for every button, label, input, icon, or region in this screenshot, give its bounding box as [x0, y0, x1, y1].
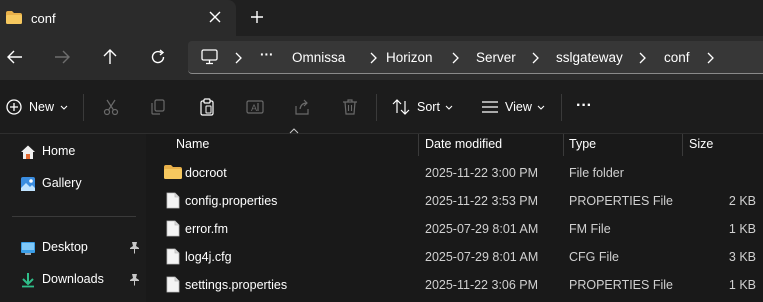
document-icon [166, 276, 180, 293]
rename-icon[interactable]: A [245, 97, 265, 117]
breadcrumb-sslgateway[interactable]: sslgateway [556, 50, 623, 65]
divider [561, 94, 562, 121]
sort-button[interactable]: Sort [417, 100, 440, 114]
pin-icon[interactable] [129, 273, 140, 286]
sidebar-item-label: Downloads [42, 272, 104, 286]
chevron-right-icon[interactable] [530, 52, 540, 64]
svg-text:A: A [251, 103, 257, 113]
column-header-name[interactable]: Name [146, 134, 418, 156]
chevron-right-icon[interactable] [637, 52, 647, 64]
view-list-icon[interactable] [480, 97, 500, 117]
close-icon[interactable] [207, 9, 223, 25]
column-header-size[interactable]: Size [683, 134, 763, 156]
breadcrumb-horizon[interactable]: Horizon [386, 50, 433, 65]
file-name: config.properties [185, 194, 278, 208]
sidebar-item-home[interactable]: Home [0, 139, 146, 165]
file-list: Name Date modified Type Size docroot 202… [146, 128, 763, 302]
forward-arrow-icon[interactable] [53, 48, 71, 66]
sidebar-divider [12, 216, 136, 217]
file-date: 2025-11-22 3:06 PM [425, 278, 539, 292]
file-type: CFG File [569, 250, 619, 264]
divider [83, 94, 84, 121]
chevron-down-icon[interactable] [537, 105, 545, 110]
file-date: 2025-11-22 3:00 PM [425, 166, 539, 180]
pin-icon[interactable] [129, 241, 140, 254]
command-bar: New A Sort View ··· [0, 80, 763, 134]
view-button[interactable]: View [505, 100, 532, 114]
up-arrow-icon[interactable] [101, 48, 119, 66]
file-row-docroot[interactable]: docroot 2025-11-22 3:00 PM File folder [146, 159, 763, 187]
file-name: error.fm [185, 222, 229, 236]
breadcrumb-server[interactable]: Server [476, 50, 516, 65]
new-button[interactable]: New [29, 100, 54, 114]
file-date: 2025-11-22 3:53 PM [425, 194, 539, 208]
file-row-settings-properties[interactable]: settings.properties 2025-11-22 3:06 PM P… [146, 271, 763, 299]
file-name: settings.properties [185, 278, 288, 292]
document-icon [166, 192, 180, 209]
file-type: PROPERTIES File [569, 194, 673, 208]
tab-title: conf [31, 11, 56, 26]
sidebar-item-downloads[interactable]: Downloads [0, 267, 146, 293]
breadcrumb-overflow[interactable]: ··· [260, 47, 274, 62]
breadcrumb-conf[interactable]: conf [664, 50, 690, 65]
sort-icon[interactable] [391, 97, 411, 117]
delete-icon[interactable] [340, 97, 360, 117]
file-size: 1 KB [728, 222, 756, 236]
column-header-type[interactable]: Type [564, 134, 682, 156]
file-size: 1 KB [728, 278, 756, 292]
share-icon[interactable] [292, 97, 312, 117]
column-header-date[interactable]: Date modified [419, 134, 563, 156]
file-date: 2025-07-29 8:01 AM [425, 250, 539, 264]
chevron-right-icon[interactable] [705, 52, 715, 64]
home-icon [21, 145, 35, 159]
file-type: FM File [569, 222, 611, 236]
more-options-button[interactable]: ··· [576, 97, 592, 115]
address-bar[interactable]: ··· Omnissa Horizon Server sslgateway co… [188, 41, 763, 74]
file-row-config-properties[interactable]: config.properties 2025-11-22 3:53 PM PRO… [146, 187, 763, 215]
breadcrumb-omnissa[interactable]: Omnissa [292, 50, 345, 65]
cut-icon[interactable] [101, 97, 121, 117]
file-type: File folder [569, 166, 624, 180]
title-bar: conf [0, 0, 763, 36]
sidebar-item-gallery[interactable]: Gallery [0, 171, 146, 197]
chevron-down-icon[interactable] [60, 105, 68, 110]
file-date: 2025-07-29 8:01 AM [425, 222, 539, 236]
file-size: 2 KB [728, 194, 756, 208]
monitor-icon[interactable] [201, 49, 218, 65]
chevron-right-icon[interactable] [368, 52, 378, 64]
navigation-pane: Home Gallery Desktop Downloads [0, 134, 146, 302]
document-icon [166, 220, 180, 237]
file-type: PROPERTIES File [569, 278, 673, 292]
chevron-right-icon[interactable] [233, 52, 243, 64]
sidebar-item-desktop[interactable]: Desktop [0, 235, 146, 261]
divider [376, 94, 377, 121]
copy-icon[interactable] [148, 97, 168, 117]
chevron-right-icon[interactable] [450, 52, 460, 64]
sidebar-item-label: Desktop [42, 240, 88, 254]
chevron-down-icon[interactable] [445, 105, 453, 110]
file-name: docroot [185, 166, 227, 180]
paste-icon[interactable] [197, 97, 217, 117]
navigation-bar: ··· Omnissa Horizon Server sslgateway co… [0, 36, 763, 80]
folder-icon [6, 11, 22, 24]
download-arrow-icon [22, 273, 34, 288]
document-icon [166, 248, 180, 265]
back-arrow-icon[interactable] [6, 48, 24, 66]
file-name: log4j.cfg [185, 250, 232, 264]
file-row-log4j-cfg[interactable]: log4j.cfg 2025-07-29 8:01 AM CFG File 3 … [146, 243, 763, 271]
tab-conf[interactable]: conf [0, 0, 236, 36]
refresh-icon[interactable] [149, 48, 167, 66]
sidebar-item-label: Gallery [42, 176, 82, 190]
sidebar-item-label: Home [42, 144, 76, 158]
new-tab-icon[interactable] [249, 9, 265, 25]
gallery-icon [21, 177, 35, 191]
plus-circle-icon[interactable] [4, 97, 24, 117]
desktop-icon [21, 242, 35, 255]
folder-icon [164, 165, 182, 179]
file-size: 3 KB [728, 250, 756, 264]
file-row-error-fm[interactable]: error.fm 2025-07-29 8:01 AM FM File 1 KB [146, 215, 763, 243]
